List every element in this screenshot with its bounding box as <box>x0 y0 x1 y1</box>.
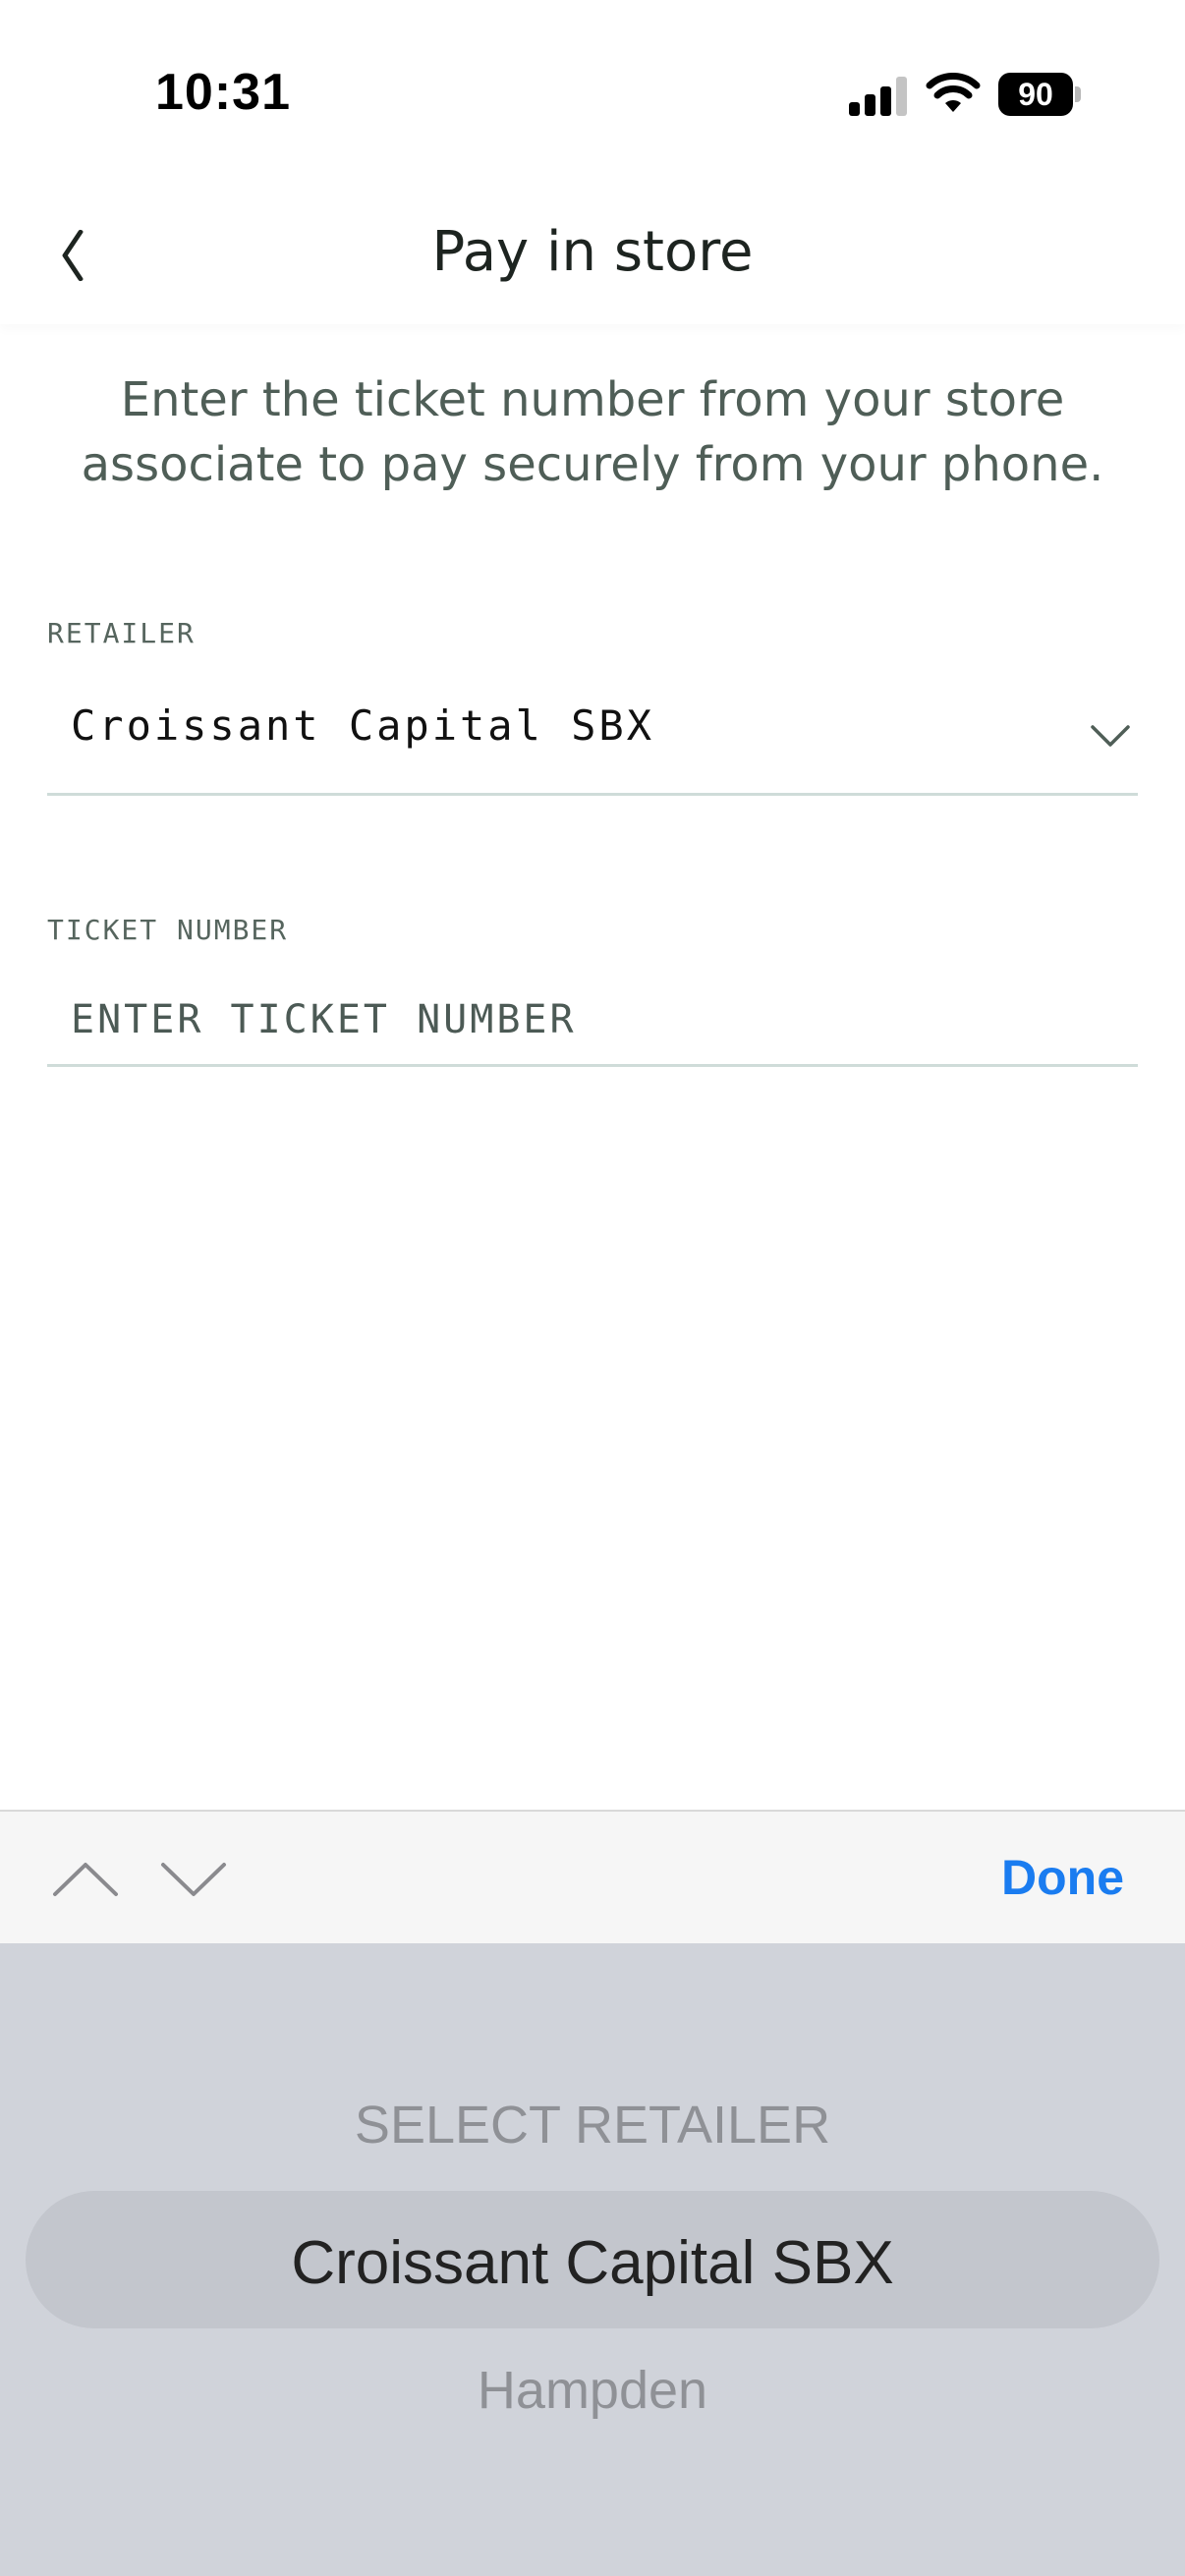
ticket-number-field <box>47 975 1138 1067</box>
page-title: Pay in store <box>431 220 754 284</box>
picker-option-hampden[interactable]: Hampden <box>0 2360 1185 2421</box>
ticket-number-label: TICKET NUMBER <box>47 914 289 946</box>
retailer-label: RETAILER <box>47 617 196 649</box>
status-bar: 10:31 90 <box>0 0 1185 187</box>
status-time: 10:31 <box>155 64 291 121</box>
chevron-down-icon[interactable] <box>159 1855 228 1902</box>
keyboard-accessory-bar: Done <box>0 1810 1185 1943</box>
done-button[interactable]: Done <box>1001 1849 1124 1906</box>
ticket-number-input[interactable] <box>71 975 1102 1064</box>
battery-icon: 90 <box>998 73 1081 116</box>
chevron-up-icon[interactable] <box>51 1855 120 1902</box>
retailer-select[interactable]: Croissant Capital SBX <box>47 678 1138 796</box>
chevron-down-icon <box>1091 725 1130 747</box>
instructions-line-2: associate to pay securely from your phon… <box>81 437 1104 492</box>
retailer-value: Croissant Capital SBX <box>71 701 655 750</box>
battery-level: 90 <box>998 73 1073 116</box>
pay-in-store-screen: 10:31 90 Pay in store Enter the ticket n… <box>0 0 1185 2576</box>
nav-bar: Pay in store <box>0 187 1185 324</box>
instructions-line-1: Enter the ticket number from your store <box>120 372 1065 427</box>
signal-icon <box>849 77 908 116</box>
retailer-picker[interactable]: SELECT RETAILER Croissant Capital SBX Ha… <box>0 1943 1185 2576</box>
instructions-text: Enter the ticket number from your store … <box>39 367 1146 497</box>
wifi-icon <box>926 73 981 112</box>
picker-option-selected[interactable]: Croissant Capital SBX <box>0 2228 1185 2298</box>
picker-option-select-retailer[interactable]: SELECT RETAILER <box>0 2095 1185 2156</box>
